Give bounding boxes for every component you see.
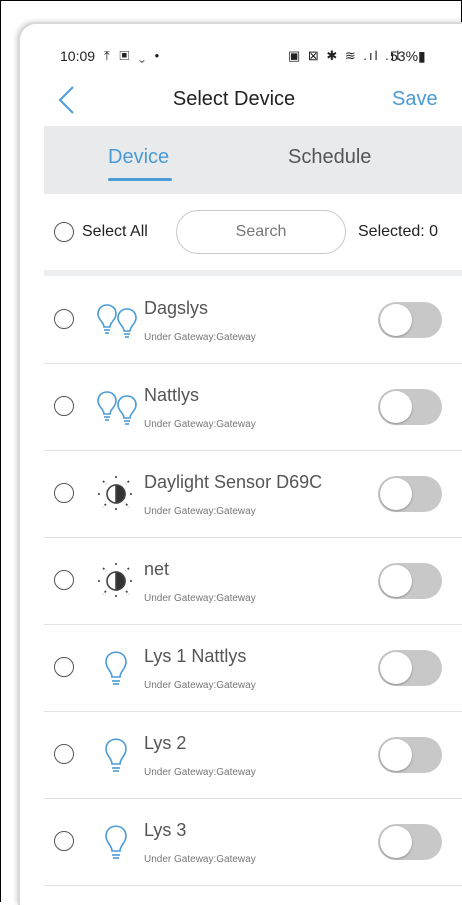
toggle-knob [380, 304, 412, 336]
daylight-sensor-icon [92, 472, 140, 516]
device-name: net [144, 559, 170, 579]
device-name: Lys 3 [144, 820, 187, 840]
device-gateway-label: Under Gateway:Gateway [144, 332, 256, 343]
row-divider [44, 885, 462, 886]
bulb-icon [92, 646, 140, 690]
device-gateway-label: Under Gateway:Gateway [144, 767, 256, 778]
toggle-knob [380, 391, 412, 423]
device-gateway-label: Under Gateway:Gateway [144, 680, 256, 691]
device-name: Lys 1 Nattlys [144, 646, 247, 666]
select-all-radio[interactable] [54, 222, 74, 242]
device-toggle[interactable] [378, 302, 442, 338]
toggle-knob [380, 565, 412, 597]
device-toggle[interactable] [378, 650, 442, 686]
device-row[interactable]: net Under Gateway:Gateway [20, 537, 462, 625]
device-select-radio[interactable] [54, 309, 74, 329]
device-select-radio[interactable] [54, 831, 74, 851]
bulb-icon [92, 733, 140, 777]
toggle-knob [380, 739, 412, 771]
device-name: Dagslys [144, 298, 209, 318]
bulb-icon [92, 820, 140, 864]
battery-level: 53%▮ [390, 48, 426, 64]
dual-bulb-icon [92, 385, 140, 429]
selected-count: Selected: 0 [358, 223, 439, 240]
device-select-radio[interactable] [54, 570, 74, 590]
device-row[interactable]: Lys 1 Nattlys Under Gateway:Gateway [20, 624, 462, 712]
notification-icons: ⤒ ▣ ⌄ • [104, 48, 163, 63]
system-status-icons: ▣ ⊠ ✱ ≋ .ıl .ıl [288, 48, 402, 63]
device-row[interactable]: Nattlys Under Gateway:Gateway [20, 363, 462, 451]
device-toggle[interactable] [378, 476, 442, 512]
tab-schedule[interactable]: Schedule [288, 146, 371, 169]
device-row[interactable]: Lys 3 Under Gateway:Gateway [20, 798, 462, 886]
tab-device[interactable]: Device [108, 146, 169, 169]
save-button[interactable]: Save [392, 88, 438, 111]
toggle-knob [380, 826, 412, 858]
toggle-knob [380, 652, 412, 684]
select-all-label[interactable]: Select All [82, 223, 148, 241]
device-select-radio[interactable] [54, 657, 74, 677]
device-toggle[interactable] [378, 737, 442, 773]
active-tab-indicator [108, 178, 172, 181]
device-select-radio[interactable] [54, 396, 74, 416]
search-input[interactable] [176, 210, 346, 254]
device-toggle[interactable] [378, 389, 442, 425]
device-name: Nattlys [144, 385, 200, 405]
tab-bar: Device Schedule [44, 126, 462, 194]
device-gateway-label: Under Gateway:Gateway [144, 506, 256, 517]
dual-bulb-icon [92, 298, 140, 342]
daylight-sensor-icon [92, 559, 140, 603]
status-bar: 10:09 ⤒ ▣ ⌄ • ▣ ⊠ ✱ ≋ .ıl .ıl 53%▮ [20, 48, 462, 72]
device-row[interactable]: Daylight Sensor D69C Under Gateway:Gatewa… [20, 450, 462, 538]
device-row[interactable]: Dagslys Under Gateway:Gateway [20, 276, 462, 364]
device-toggle[interactable] [378, 824, 442, 860]
device-row[interactable]: Lys 2 Under Gateway:Gateway [20, 711, 462, 799]
device-name: Lys 2 [144, 733, 187, 753]
header-bar: Select Device Save [20, 82, 462, 122]
device-gateway-label: Under Gateway:Gateway [144, 854, 256, 865]
device-toggle[interactable] [378, 563, 442, 599]
device-name: Daylight Sensor D69C [144, 472, 323, 492]
device-select-radio[interactable] [54, 483, 74, 503]
list-controls: Select All Selected: 0 [20, 208, 462, 256]
device-gateway-label: Under Gateway:Gateway [144, 419, 256, 430]
status-time: 10:09 [60, 48, 96, 64]
toggle-knob [380, 478, 412, 510]
device-select-radio[interactable] [54, 744, 74, 764]
phone-screen: 10:09 ⤒ ▣ ⌄ • ▣ ⊠ ✱ ≋ .ıl .ıl 53%▮ Selec… [18, 22, 462, 905]
device-gateway-label: Under Gateway:Gateway [144, 593, 256, 604]
battery-icon: ▮ [418, 48, 426, 64]
